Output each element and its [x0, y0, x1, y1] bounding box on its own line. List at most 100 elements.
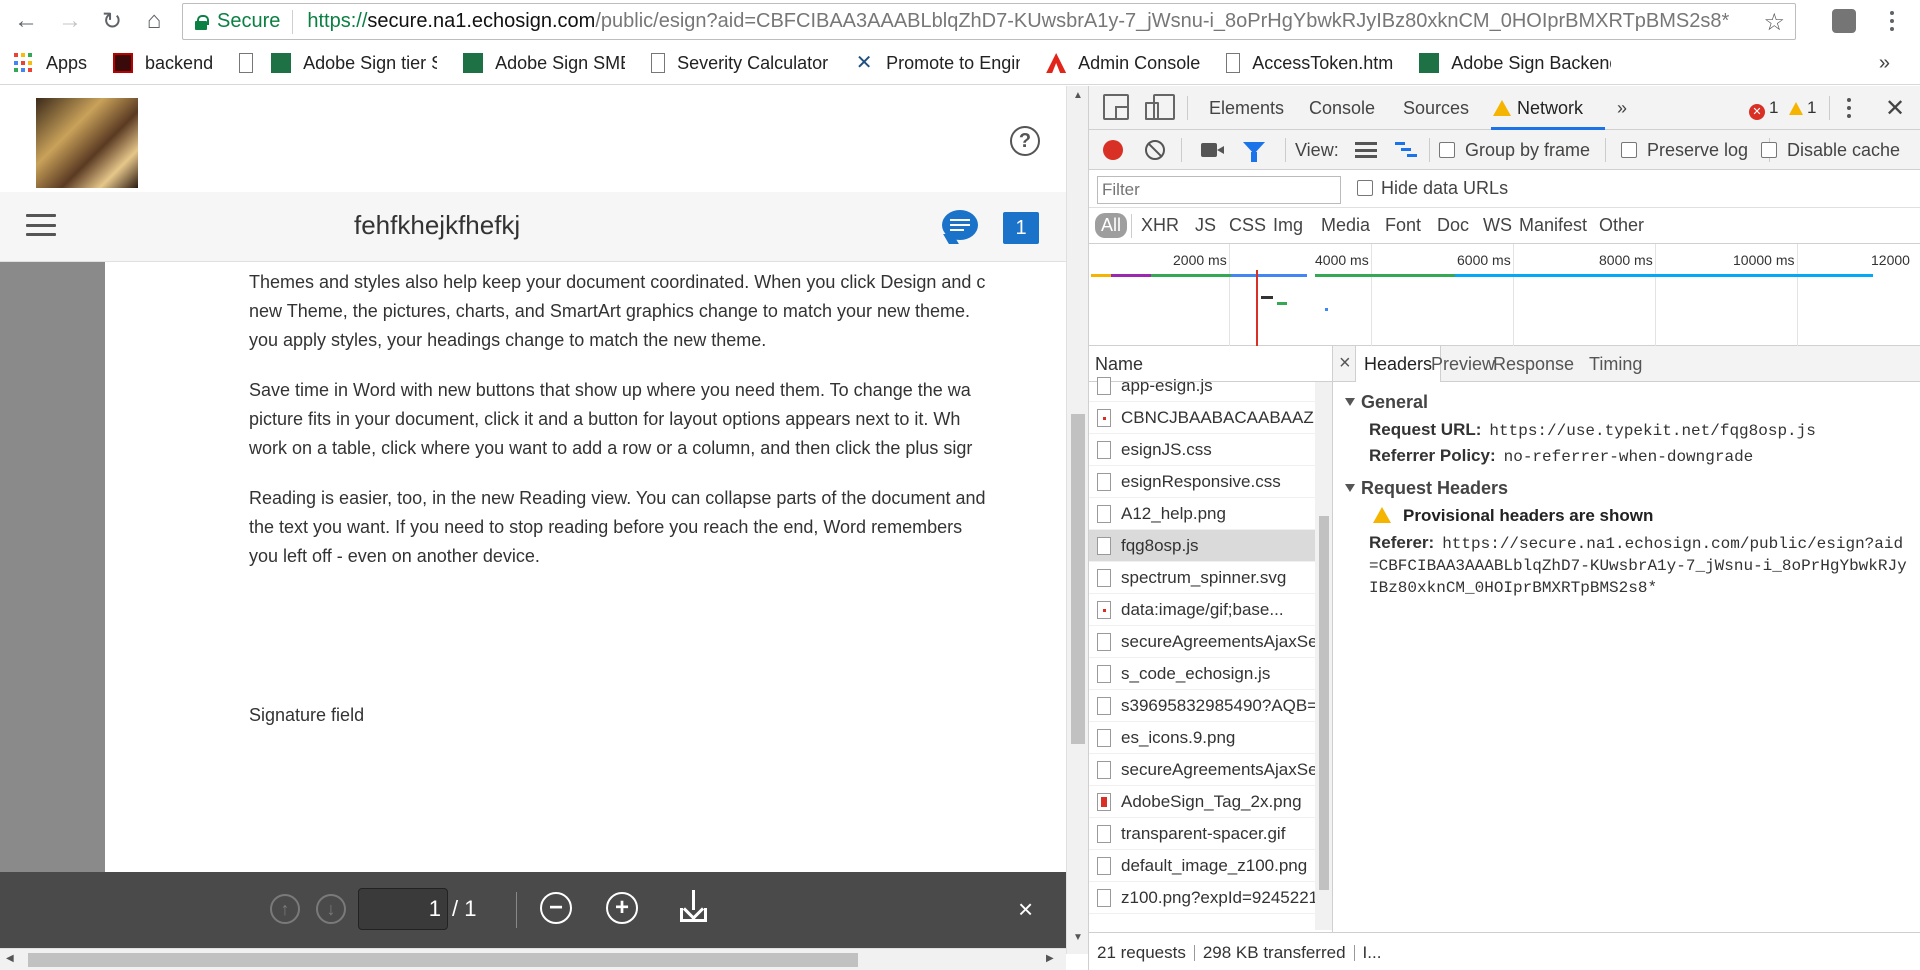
request-row[interactable]: s_code_echosign.js	[1089, 658, 1315, 690]
chat-bubble-icon[interactable]	[942, 210, 978, 240]
inspect-element-icon[interactable]	[1103, 94, 1129, 120]
preserve-log-checkbox[interactable]	[1621, 142, 1637, 158]
filter-funnel-icon[interactable]	[1243, 142, 1265, 162]
page-number-input[interactable]: 1	[358, 888, 448, 930]
filter-input[interactable]	[1097, 176, 1341, 204]
disable-cache-checkbox[interactable]	[1761, 142, 1777, 158]
type-filter-font[interactable]: Font	[1379, 213, 1427, 238]
type-filter-img[interactable]: Img	[1267, 213, 1309, 238]
type-filter-manifest[interactable]: Manifest	[1513, 213, 1593, 238]
scrollbar-thumb[interactable]	[1319, 516, 1329, 890]
address-bar[interactable]: Secure https://secure.na1.echosign.com/p…	[182, 3, 1796, 40]
request-list-scrollbar[interactable]	[1315, 382, 1332, 930]
browser-menu-icon[interactable]	[1882, 6, 1902, 36]
capture-screenshots-icon[interactable]	[1201, 143, 1217, 157]
request-row[interactable]: esignJS.css	[1089, 434, 1315, 466]
request-row[interactable]: CBNCJBAABACAABAAZD8pxZ	[1089, 402, 1315, 434]
next-page-button[interactable]: ↓	[316, 894, 346, 924]
forward-button[interactable]: →	[50, 0, 90, 42]
bookmark-admin-console[interactable]: Admin Console	[1046, 53, 1200, 74]
scrollbar-thumb[interactable]	[1071, 414, 1085, 744]
tab-network[interactable]: Network	[1493, 98, 1583, 119]
request-row[interactable]: z100.png?expId=92452215995	[1089, 882, 1315, 914]
hamburger-menu-icon[interactable]	[26, 214, 56, 236]
tab-timing[interactable]: Timing	[1589, 354, 1642, 375]
bookmarks-overflow-button[interactable]: »	[1879, 52, 1890, 75]
home-button[interactable]: ⌂	[134, 0, 174, 42]
close-detail-button[interactable]: ×	[1339, 352, 1351, 375]
scroll-left-arrow[interactable]: ◀	[6, 953, 14, 964]
bookmark-promote-to-engineer[interactable]: ✕ Promote to Engineer	[854, 53, 1020, 74]
devtools-menu-icon[interactable]	[1847, 98, 1853, 118]
request-row[interactable]: secureAgreementsAjaxService.	[1089, 754, 1315, 786]
back-button[interactable]: ←	[6, 0, 46, 42]
bookmark-severity-calculator[interactable]: Severity Calculator	[651, 53, 828, 74]
scroll-down-arrow[interactable]: ▼	[1073, 932, 1083, 943]
network-overview-timeline[interactable]: 2000 ms 4000 ms 6000 ms 8000 ms 10000 ms…	[1089, 244, 1920, 346]
bookmark-access-token[interactable]: AccessToken.htm	[1226, 53, 1393, 74]
message-count-badge[interactable]: 1	[1003, 212, 1039, 244]
type-filter-other[interactable]: Other	[1593, 213, 1650, 238]
request-row[interactable]: default_image_z100.png	[1089, 850, 1315, 882]
download-icon[interactable]	[678, 888, 710, 924]
tab-console[interactable]: Console	[1309, 98, 1375, 119]
page-horizontal-scrollbar[interactable]: ◀ ▶	[0, 948, 1066, 970]
request-row[interactable]: spectrum_spinner.svg	[1089, 562, 1315, 594]
previous-page-button[interactable]: ↑	[270, 894, 300, 924]
scrollbar-thumb[interactable]	[28, 953, 858, 967]
type-filter-doc[interactable]: Doc	[1431, 213, 1475, 238]
bookmark-sign-backend[interactable]: Adobe Sign Backend	[1419, 53, 1611, 74]
request-row[interactable]: AdobeSign_Tag_2x.png	[1089, 786, 1315, 818]
request-row[interactable]: A12_help.png	[1089, 498, 1315, 530]
zoom-out-button[interactable]: −	[540, 892, 572, 924]
request-row[interactable]: secureAgreementsAjaxService.	[1089, 626, 1315, 658]
scroll-right-arrow[interactable]: ▶	[1046, 953, 1054, 964]
tab-headers[interactable]: Headers	[1355, 346, 1442, 382]
request-row[interactable]: app-esign.js	[1089, 370, 1315, 402]
type-filter-ws[interactable]: WS	[1477, 213, 1518, 238]
tab-elements[interactable]: Elements	[1209, 98, 1284, 119]
type-filter-js[interactable]: JS	[1189, 213, 1222, 238]
type-filter-all[interactable]: All	[1095, 213, 1128, 238]
request-row[interactable]: fqg8osp.js	[1089, 530, 1315, 562]
extension-icon[interactable]	[1832, 9, 1856, 33]
type-filter-media[interactable]: Media	[1315, 213, 1376, 238]
error-counter[interactable]: ✕ 1	[1749, 98, 1778, 120]
bookmark-sign-tier-sme[interactable]: Adobe Sign tier SME	[239, 53, 437, 74]
help-icon[interactable]: ?	[1010, 126, 1040, 156]
waterfall-overview-icon[interactable]	[1395, 142, 1417, 158]
group-by-frame-checkbox[interactable]	[1439, 142, 1455, 158]
bookmark-star-icon[interactable]: ☆	[1763, 8, 1785, 37]
record-button[interactable]	[1103, 140, 1123, 160]
reload-button[interactable]: ↻	[92, 0, 132, 42]
request-headers-section-header[interactable]: Request Headers	[1345, 478, 1508, 499]
tab-response[interactable]: Response	[1493, 354, 1574, 375]
type-filter-css[interactable]: CSS	[1223, 213, 1272, 238]
more-tabs-button[interactable]: »	[1617, 98, 1627, 119]
page-vertical-scrollbar[interactable]: ▲ ▼	[1066, 86, 1088, 954]
bookmark-sign-sme-cal[interactable]: Adobe Sign SME Cal	[463, 53, 625, 74]
hide-data-urls-checkbox[interactable]	[1357, 180, 1373, 196]
request-row[interactable]: es_icons.9.png	[1089, 722, 1315, 754]
device-toolbar-icon[interactable]	[1145, 94, 1175, 120]
large-rows-icon[interactable]	[1355, 142, 1377, 158]
zoom-in-button[interactable]: +	[606, 892, 638, 924]
scroll-up-arrow[interactable]: ▲	[1073, 90, 1083, 101]
request-row[interactable]: s39695832985490?AQB=1&nc	[1089, 690, 1315, 722]
signature-field-label[interactable]: Signature field	[249, 705, 364, 726]
clear-button[interactable]	[1145, 140, 1165, 160]
url-path: /public/esign?aid=CBFCIBAA3AAABLblqZhD7-…	[595, 10, 1730, 32]
request-row[interactable]: esignResponsive.css	[1089, 466, 1315, 498]
warning-counter[interactable]: 1	[1789, 98, 1816, 118]
bookmark-apps[interactable]: Apps	[14, 53, 87, 74]
close-viewer-button[interactable]: ×	[1018, 894, 1033, 925]
tab-preview[interactable]: Preview	[1431, 354, 1495, 375]
tab-sources[interactable]: Sources	[1403, 98, 1469, 119]
type-filter-xhr[interactable]: XHR	[1135, 213, 1185, 238]
close-devtools-button[interactable]: ✕	[1885, 94, 1905, 123]
request-row[interactable]: transparent-spacer.gif	[1089, 818, 1315, 850]
url-text[interactable]: https://secure.na1.echosign.com/public/e…	[307, 10, 1747, 33]
request-row[interactable]: data:image/gif;base...	[1089, 594, 1315, 626]
bookmark-backend[interactable]: backend	[113, 53, 213, 74]
general-section-header[interactable]: General	[1345, 392, 1428, 413]
